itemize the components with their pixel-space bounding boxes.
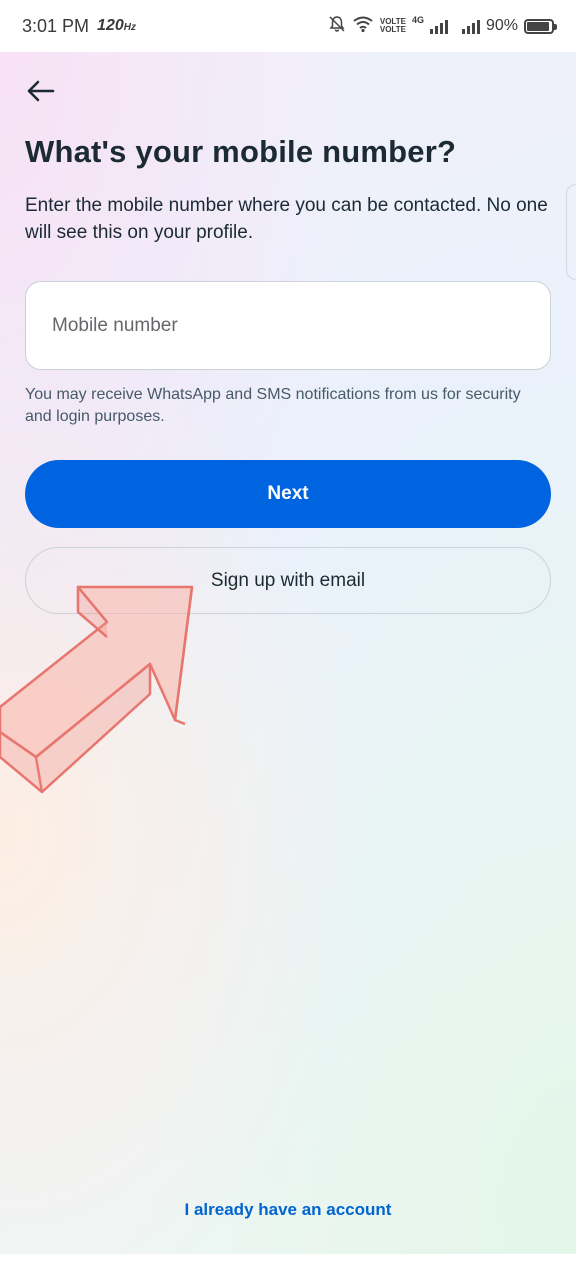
refresh-rate-indicator: 120Hz bbox=[97, 17, 136, 35]
sign-up-with-email-button[interactable]: Sign up with email bbox=[25, 547, 551, 614]
back-button[interactable] bbox=[22, 78, 58, 108]
status-bar: 3:01 PM 120Hz VOLTE VOLTE 4G 90% bbox=[0, 0, 576, 52]
edge-panel-handle[interactable] bbox=[566, 184, 576, 280]
refresh-rate-value: 120 bbox=[97, 17, 124, 34]
network-type: 4G bbox=[411, 14, 424, 25]
status-time: 3:01 PM bbox=[22, 15, 90, 36]
status-bar-right: VOLTE VOLTE 4G 90% bbox=[328, 14, 557, 38]
battery-fill bbox=[527, 21, 549, 31]
next-button[interactable]: Next bbox=[25, 460, 551, 528]
signup-screen: What's your mobile number? Enter the mob… bbox=[0, 52, 576, 1254]
page-title: What's your mobile number? bbox=[25, 134, 457, 169]
signal-icon bbox=[461, 18, 480, 34]
mobile-number-field[interactable] bbox=[25, 281, 551, 370]
battery-icon bbox=[524, 18, 557, 34]
already-have-account-link[interactable]: I already have an account bbox=[0, 1200, 576, 1220]
arrow-left-icon bbox=[25, 79, 55, 108]
status-bar-left: 3:01 PM 120Hz bbox=[22, 16, 136, 37]
battery-percent: 90% bbox=[485, 17, 518, 34]
volte-label-2: VOLTE bbox=[379, 25, 406, 34]
wifi-icon bbox=[352, 15, 374, 38]
mobile-number-input[interactable] bbox=[50, 313, 526, 338]
bottom-navigation-area bbox=[0, 1254, 576, 1280]
signal-icon bbox=[429, 18, 448, 34]
volte-indicator: VOLTE VOLTE bbox=[380, 18, 406, 34]
refresh-rate-unit: Hz bbox=[123, 22, 136, 33]
notification-notice: You may receive WhatsApp and SMS notific… bbox=[25, 386, 521, 425]
mute-bell-icon bbox=[328, 15, 346, 38]
page-subtitle: Enter the mobile number where you can be… bbox=[25, 195, 548, 243]
